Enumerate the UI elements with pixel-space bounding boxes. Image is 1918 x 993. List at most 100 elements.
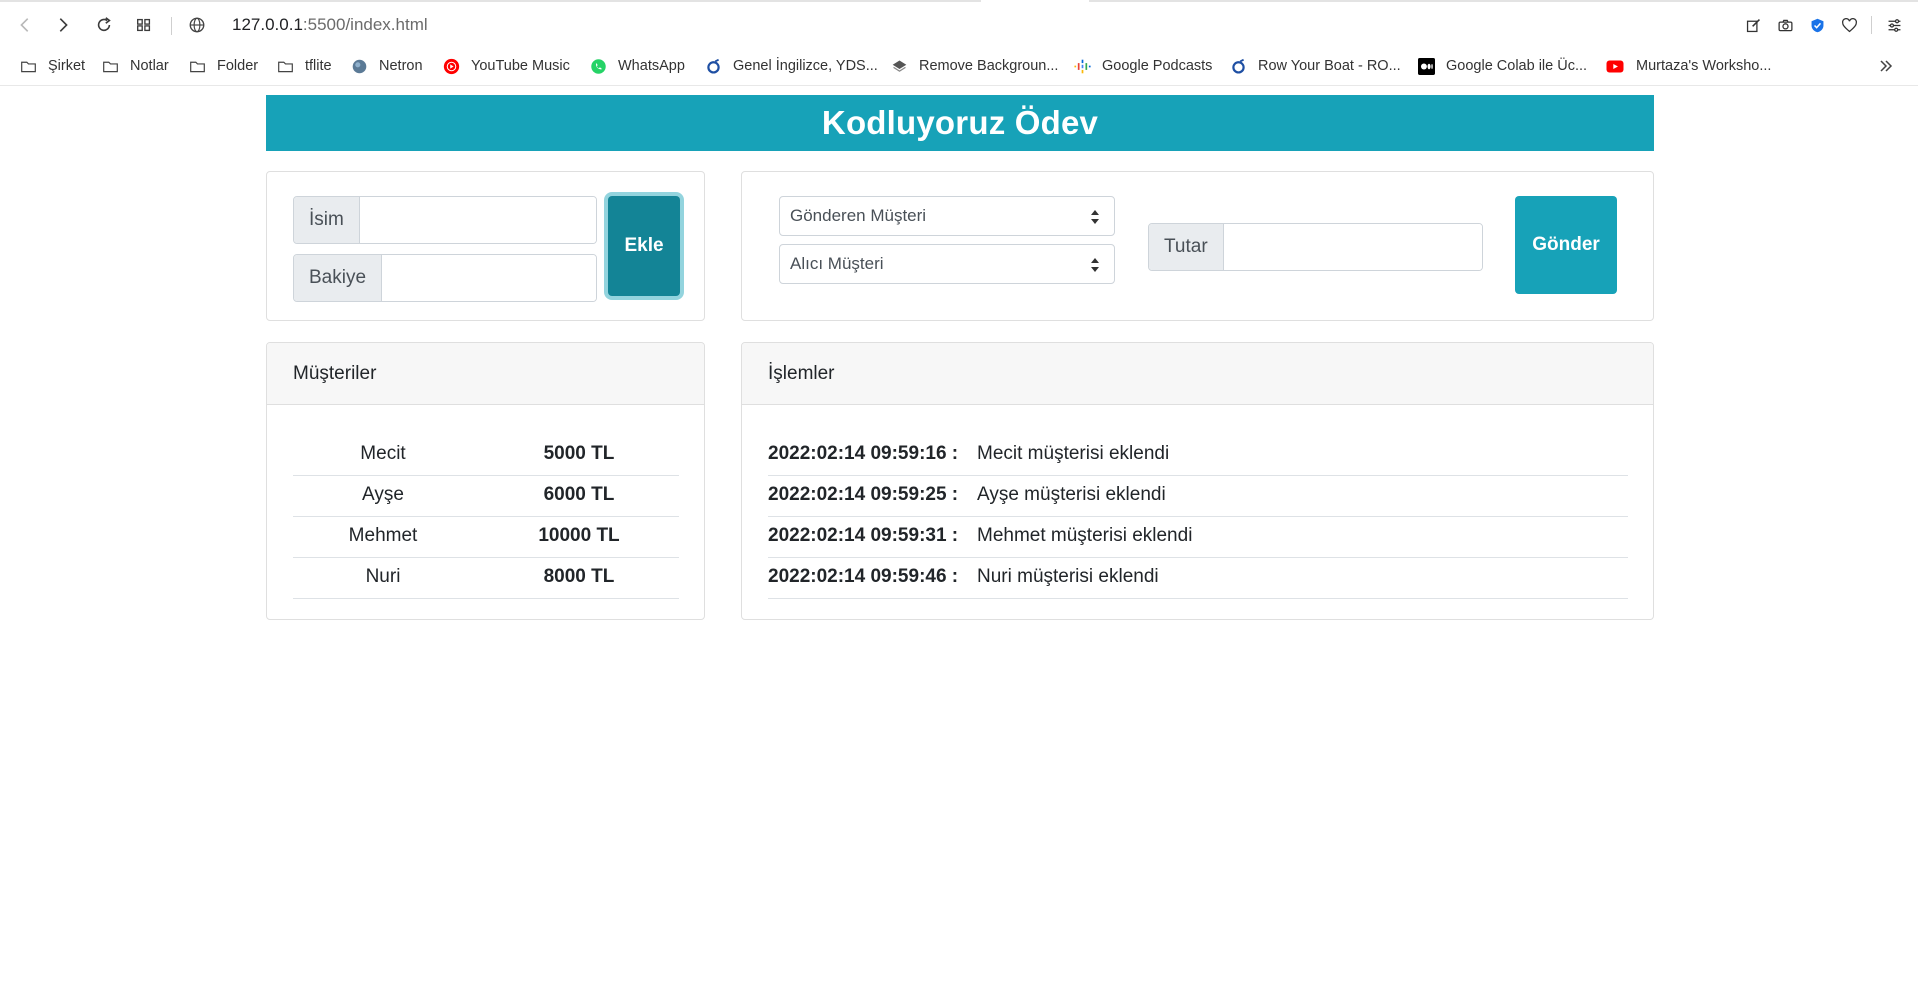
tab-strip bbox=[0, 0, 1918, 2]
sliders-icon bbox=[1888, 18, 1900, 32]
bookmark-label: Netron bbox=[379, 58, 423, 74]
bookmark-genel-ingilizce[interactable]: Genel İngilizce, YDS... bbox=[705, 54, 878, 78]
tab-grid-button[interactable] bbox=[129, 8, 159, 42]
bookmark-label: Google Colab ile Üc... bbox=[1446, 58, 1588, 74]
bookmark-tflite[interactable]: tflite bbox=[277, 54, 332, 78]
sender-select[interactable]: Gönderen Müşteri bbox=[779, 196, 1115, 236]
browser-chrome: 127.0.0.1:5500/index.html Şirket Notlar … bbox=[0, 0, 1918, 86]
navigation-bar: 127.0.0.1:5500/index.html bbox=[0, 8, 1918, 42]
list-item: 2022:02:14 09:59:31 : Mehmet müşterisi e… bbox=[768, 517, 1628, 558]
receiver-select[interactable]: Alıcı Müşteri bbox=[779, 244, 1115, 284]
customers-card: Müşteriler Mecit 5000 TL Ayşe 6000 TL Me… bbox=[266, 342, 705, 620]
customer-balance: 8000 TL bbox=[543, 566, 615, 587]
url-host: 127.0.0.1 bbox=[232, 15, 303, 34]
transaction-message: Mehmet müşterisi eklendi bbox=[977, 525, 1193, 546]
bookmark-label: Folder bbox=[217, 58, 259, 74]
list-item: 2022:02:14 09:59:46 : Nuri müşterisi ekl… bbox=[768, 558, 1628, 599]
add-customer-card: İsim Bakiye Ekle bbox=[266, 171, 705, 321]
table-row: Mecit 5000 TL bbox=[293, 435, 679, 476]
balance-label: Bakiye bbox=[294, 255, 383, 301]
toolbar-right bbox=[1737, 8, 1918, 42]
address-bar[interactable]: 127.0.0.1:5500/index.html bbox=[232, 16, 428, 34]
bookmarks-overflow-button[interactable] bbox=[1878, 54, 1894, 78]
bookmark-netron[interactable]: Netron bbox=[351, 54, 423, 78]
folder-icon bbox=[189, 58, 206, 75]
bookmark-label: Google Podcasts bbox=[1102, 58, 1213, 74]
send-button[interactable]: Gönder bbox=[1515, 196, 1617, 294]
bookmark-folder[interactable]: Folder bbox=[189, 54, 258, 78]
bookmark-whatsapp[interactable]: WhatsApp bbox=[590, 54, 685, 78]
transaction-message: Nuri müşterisi eklendi bbox=[977, 566, 1159, 587]
select-arrows-icon bbox=[1091, 210, 1099, 224]
bookmark-label: Row Your Boat - RO... bbox=[1258, 58, 1401, 74]
site-icon bbox=[1230, 58, 1247, 75]
transaction-message: Mecit müşterisi eklendi bbox=[977, 443, 1170, 464]
bookmark-label: Notlar bbox=[130, 58, 169, 74]
table-row: Nuri 8000 TL bbox=[293, 558, 679, 599]
bookmark-youtube-music[interactable]: YouTube Music bbox=[443, 54, 570, 78]
bookmark-notlar[interactable]: Notlar bbox=[102, 54, 169, 78]
transactions-card-title: İşlemler bbox=[742, 343, 1653, 405]
edit-button[interactable] bbox=[1737, 8, 1769, 42]
amount-input-group: Tutar bbox=[1148, 223, 1483, 271]
list-item: 2022:02:14 09:59:16 : Mecit müşterisi ek… bbox=[768, 435, 1628, 476]
customer-balance: 6000 TL bbox=[543, 484, 615, 505]
forward-button[interactable] bbox=[48, 8, 78, 42]
youtube-icon bbox=[1605, 58, 1625, 75]
transfer-card: Gönderen Müşteri Alıcı Müşteri Tutar Gön… bbox=[741, 171, 1654, 321]
transactions-card: İşlemler 2022:02:14 09:59:16 : Mecit müş… bbox=[741, 342, 1654, 620]
customer-name: Mehmet bbox=[348, 525, 418, 546]
netron-icon bbox=[351, 58, 368, 75]
bookmark-remove-background[interactable]: Remove Backgroun... bbox=[891, 54, 1058, 78]
medium-icon bbox=[1418, 57, 1435, 75]
bookmark-google-colab[interactable]: Google Colab ile Üc... bbox=[1418, 54, 1587, 78]
bookmark-label: WhatsApp bbox=[618, 58, 685, 74]
settings-button[interactable] bbox=[1878, 8, 1910, 42]
favorites-button[interactable] bbox=[1833, 8, 1865, 42]
bookmark-label: YouTube Music bbox=[471, 58, 570, 74]
reload-button[interactable] bbox=[89, 8, 119, 42]
table-row: Mehmet 10000 TL bbox=[293, 517, 679, 558]
customer-balance: 5000 TL bbox=[543, 443, 615, 464]
whatsapp-icon bbox=[590, 58, 607, 75]
customer-name: Nuri bbox=[365, 566, 401, 587]
bookmarks-bar: Şirket Notlar Folder tflite Netron YouTu… bbox=[0, 54, 1918, 78]
transaction-time: 2022:02:14 09:59:16 : bbox=[768, 443, 959, 464]
amount-input[interactable] bbox=[1223, 224, 1482, 270]
page-title: Kodluyoruz Ödev bbox=[821, 104, 1099, 141]
table-row: Ayşe 6000 TL bbox=[293, 476, 679, 517]
transaction-time: 2022:02:14 09:59:46 : bbox=[768, 566, 959, 587]
bookmark-google-podcasts[interactable]: Google Podcasts bbox=[1074, 54, 1212, 78]
folder-icon bbox=[277, 58, 294, 75]
customer-name: Ayşe bbox=[362, 484, 404, 505]
add-button[interactable]: Ekle bbox=[608, 196, 680, 296]
customers-card-title: Müşteriler bbox=[267, 343, 704, 405]
bookmark-sirket[interactable]: Şirket bbox=[20, 54, 85, 78]
google-podcasts-icon bbox=[1074, 58, 1091, 75]
select-arrows-icon bbox=[1091, 258, 1099, 272]
bookmark-label: Genel İngilizce, YDS... bbox=[733, 58, 878, 74]
name-input[interactable] bbox=[359, 197, 596, 243]
name-input-group: İsim bbox=[293, 196, 597, 244]
customer-balance: 10000 TL bbox=[538, 525, 620, 546]
transaction-time: 2022:02:14 09:59:31 : bbox=[768, 525, 959, 546]
bookmark-label: tflite bbox=[305, 58, 332, 74]
bookmark-murtaza-workshop[interactable]: Murtaza's Worksho... bbox=[1605, 54, 1771, 78]
page-content: Kodluyoruz Ödev İsim Bakiye Ekle Göndere… bbox=[0, 87, 1918, 993]
balance-input[interactable] bbox=[382, 255, 596, 301]
double-chevron-right-icon bbox=[1880, 60, 1893, 72]
folder-icon bbox=[102, 58, 119, 75]
site-icon bbox=[705, 58, 722, 75]
divider bbox=[1871, 16, 1872, 34]
shield-button[interactable] bbox=[1801, 8, 1833, 42]
globe-icon bbox=[189, 17, 205, 33]
forward-arrow-icon bbox=[59, 18, 68, 32]
back-button[interactable] bbox=[10, 8, 40, 42]
edit-icon bbox=[1746, 18, 1760, 32]
bookmark-row-your-boat[interactable]: Row Your Boat - RO... bbox=[1230, 54, 1401, 78]
divider bbox=[171, 17, 172, 35]
heart-icon bbox=[1841, 17, 1857, 32]
screenshot-button[interactable] bbox=[1769, 8, 1801, 42]
layers-icon bbox=[891, 58, 908, 75]
sender-select-value: Gönderen Müşteri bbox=[790, 206, 927, 225]
